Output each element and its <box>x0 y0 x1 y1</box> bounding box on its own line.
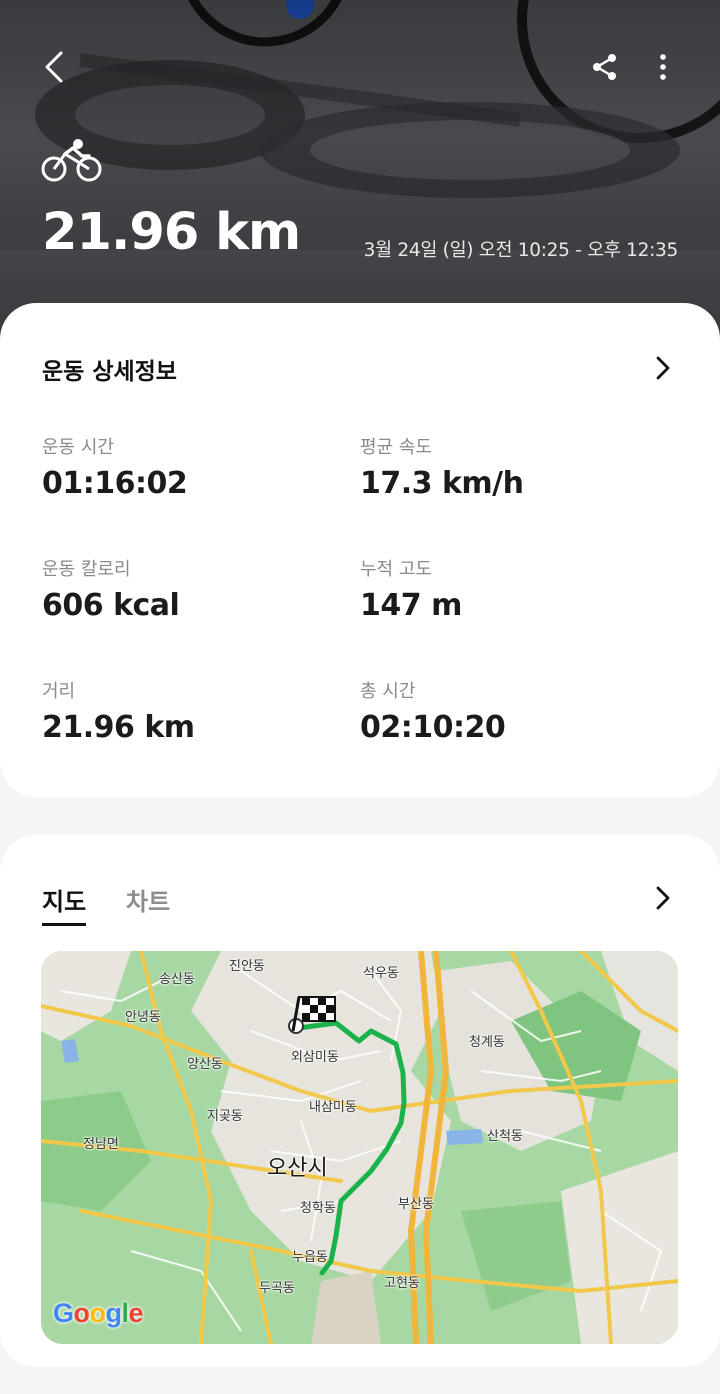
chevron-left-icon <box>45 51 63 83</box>
bicycle-icon <box>41 139 102 182</box>
map-place-label: 정남면 <box>83 1137 119 1152</box>
stat-value-avg-speed: 17.3 km/h <box>360 466 524 501</box>
details-section-title: 운동 상세정보 <box>42 359 177 385</box>
share-icon <box>593 54 616 80</box>
stat-label-avg-speed: 평균 속도 <box>360 437 432 458</box>
stat-value-elevation: 147 m <box>360 588 462 623</box>
map-place-label: 부산동 <box>398 1197 434 1212</box>
map-chart-card: 지도 차트 진안동 석우동 송산동 안녕동 청계동 외삼미동 양산동 내삼미동 … <box>0 835 720 1367</box>
stat-label-duration: 운동 시간 <box>42 437 114 458</box>
workout-details-card: 운동 상세정보 운동 시간 01:16:02 평균 속도 17.3 km/h 운… <box>0 303 720 797</box>
map-place-label: 지곶동 <box>207 1109 243 1124</box>
stat-label-elevation: 누적 고도 <box>360 559 432 580</box>
stat-value-calories: 606 kcal <box>42 588 180 623</box>
distance-title: 21.96 km <box>42 203 301 262</box>
google-logo: Google <box>53 1298 144 1328</box>
stat-label-distance: 거리 <box>42 681 76 702</box>
stat-value-distance: 21.96 km <box>42 710 195 745</box>
stat-label-total-time: 총 시간 <box>360 681 416 702</box>
map-place-label: 안녕동 <box>125 1010 161 1025</box>
map-place-label: 외삼미동 <box>291 1050 339 1065</box>
workout-datetime: 3월 24일 (일) 오전 10:25 - 오후 12:35 <box>363 240 679 261</box>
tab-chart[interactable]: 차트 <box>126 882 170 917</box>
back-button[interactable] <box>34 47 74 87</box>
map-place-label: 내삼미동 <box>309 1100 357 1115</box>
tab-map[interactable]: 지도 <box>42 882 87 926</box>
map-place-label: 양산동 <box>187 1057 223 1072</box>
stat-value-duration: 01:16:02 <box>42 466 188 501</box>
map-chevron-right-icon[interactable] <box>648 883 678 913</box>
map-place-label: 진안동 <box>229 959 265 974</box>
stat-value-total-time: 02:10:20 <box>360 710 506 745</box>
share-button[interactable] <box>585 47 625 87</box>
hero-header: 21.96 km 3월 24일 (일) 오전 10:25 - 오후 12:35 <box>0 0 720 340</box>
map-place-label: 두곡동 <box>259 1281 295 1296</box>
map-city-label: 오산시 <box>267 1156 328 1181</box>
map-place-label: 청학동 <box>300 1201 336 1216</box>
map-place-label: 고현동 <box>384 1276 420 1291</box>
more-options-button[interactable] <box>643 47 683 87</box>
details-chevron-right-icon[interactable] <box>648 353 678 383</box>
checkered-flag-icon <box>288 996 336 1034</box>
map-place-label: 누읍동 <box>292 1250 328 1265</box>
route-map[interactable]: 진안동 석우동 송산동 안녕동 청계동 외삼미동 양산동 내삼미동 지곶동 산척… <box>41 951 678 1344</box>
map-place-label: 청계동 <box>469 1035 505 1050</box>
map-place-label: 송산동 <box>159 972 195 987</box>
map-place-label: 산척동 <box>487 1129 523 1144</box>
map-place-label: 석우동 <box>363 966 399 981</box>
more-vertical-icon <box>660 54 666 80</box>
stat-label-calories: 운동 칼로리 <box>42 559 131 580</box>
